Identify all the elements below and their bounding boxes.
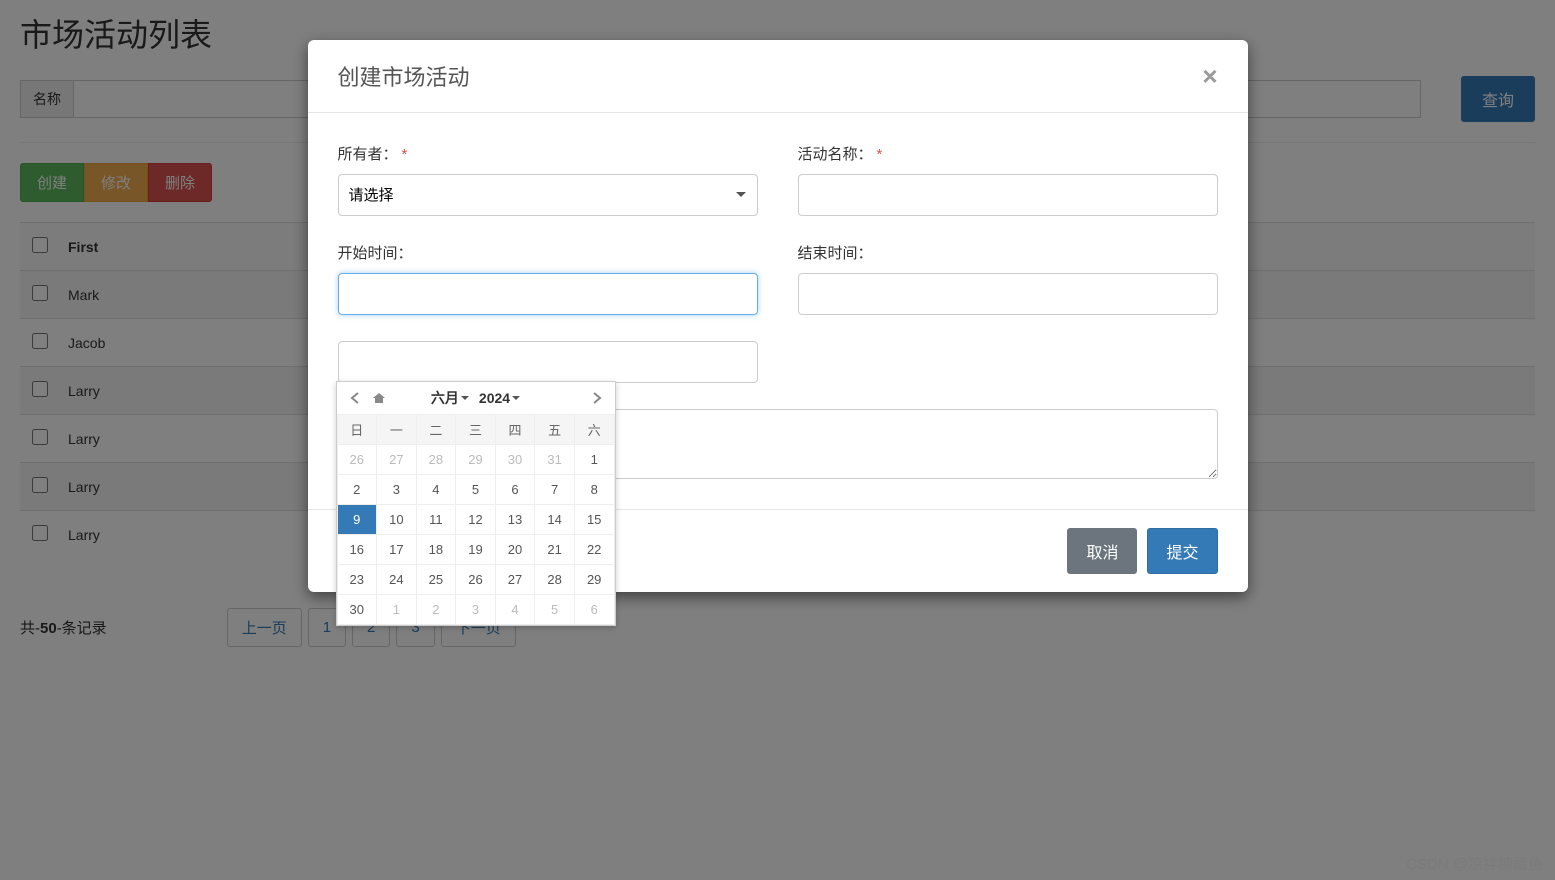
calendar-day[interactable]: 8 — [574, 475, 614, 505]
weekday-header: 日 — [337, 415, 377, 445]
calendar-day[interactable]: 5 — [456, 475, 496, 505]
activity-name-input[interactable] — [798, 174, 1218, 216]
modal-title: 创建市场活动 — [338, 60, 470, 92]
calendar-day[interactable]: 9 — [337, 505, 377, 535]
calendar-day[interactable]: 29 — [574, 565, 614, 595]
calendar-day[interactable]: 3 — [456, 595, 496, 625]
watermark: CSDN @凉拌糖醋鱼 — [1406, 853, 1543, 874]
activity-name-label: 活动名称：* — [798, 143, 1218, 164]
calendar-day[interactable]: 18 — [416, 535, 456, 565]
weekday-header: 五 — [535, 415, 575, 445]
weekday-header: 二 — [416, 415, 456, 445]
calendar-day[interactable]: 19 — [456, 535, 496, 565]
calendar-day[interactable]: 30 — [337, 595, 377, 625]
calendar-day[interactable]: 26 — [337, 445, 377, 475]
cancel-button[interactable]: 取消 — [1067, 528, 1137, 574]
weekday-header: 一 — [377, 415, 417, 445]
calendar-day[interactable]: 29 — [456, 445, 496, 475]
close-icon[interactable]: × — [1202, 63, 1217, 89]
calendar-day[interactable]: 1 — [377, 595, 417, 625]
weekday-header: 四 — [495, 415, 535, 445]
start-time-input[interactable] — [338, 273, 758, 315]
calendar-day[interactable]: 30 — [495, 445, 535, 475]
calendar-day[interactable]: 27 — [495, 565, 535, 595]
extra-input-1[interactable] — [338, 341, 758, 383]
calendar-day[interactable]: 28 — [416, 445, 456, 475]
calendar-day[interactable]: 5 — [535, 595, 575, 625]
prev-month-icon[interactable] — [345, 388, 365, 408]
calendar-day[interactable]: 17 — [377, 535, 417, 565]
calendar-day[interactable]: 24 — [377, 565, 417, 595]
next-month-icon[interactable] — [587, 388, 607, 408]
calendar-day[interactable]: 26 — [456, 565, 496, 595]
end-time-input[interactable] — [798, 273, 1218, 315]
calendar-day[interactable]: 25 — [416, 565, 456, 595]
start-time-label: 开始时间： — [338, 242, 758, 263]
calendar-day[interactable]: 6 — [495, 475, 535, 505]
calendar-day[interactable]: 4 — [495, 595, 535, 625]
weekday-header: 六 — [574, 415, 614, 445]
calendar-day[interactable]: 14 — [535, 505, 575, 535]
today-icon[interactable] — [369, 388, 389, 408]
create-activity-modal: 创建市场活动 × 所有者：* 请选择 活动名称：* 开始时间： — [308, 40, 1248, 592]
calendar-day[interactable]: 20 — [495, 535, 535, 565]
calendar-day[interactable]: 4 — [416, 475, 456, 505]
calendar-day[interactable]: 15 — [574, 505, 614, 535]
datepicker-year[interactable]: 2024 — [479, 388, 520, 408]
calendar-day[interactable]: 27 — [377, 445, 417, 475]
datepicker: 六月 2024 日一二三四五六 262728293031123456789101… — [336, 381, 616, 626]
calendar-day[interactable]: 16 — [337, 535, 377, 565]
datepicker-month[interactable]: 六月 — [431, 388, 469, 408]
calendar-day[interactable]: 7 — [535, 475, 575, 505]
calendar-day[interactable]: 13 — [495, 505, 535, 535]
calendar-day[interactable]: 2 — [416, 595, 456, 625]
calendar-day[interactable]: 23 — [337, 565, 377, 595]
calendar-day[interactable]: 6 — [574, 595, 614, 625]
submit-button[interactable]: 提交 — [1147, 528, 1217, 574]
calendar-day[interactable]: 1 — [574, 445, 614, 475]
calendar-day[interactable]: 2 — [337, 475, 377, 505]
calendar-day[interactable]: 28 — [535, 565, 575, 595]
owner-select[interactable]: 请选择 — [338, 174, 758, 216]
calendar-day[interactable]: 21 — [535, 535, 575, 565]
calendar-day[interactable]: 10 — [377, 505, 417, 535]
weekday-header: 三 — [456, 415, 496, 445]
calendar-day[interactable]: 11 — [416, 505, 456, 535]
owner-label: 所有者：* — [338, 143, 758, 164]
calendar-day[interactable]: 31 — [535, 445, 575, 475]
end-time-label: 结束时间： — [798, 242, 1218, 263]
calendar-day[interactable]: 22 — [574, 535, 614, 565]
calendar-day[interactable]: 3 — [377, 475, 417, 505]
calendar-day[interactable]: 12 — [456, 505, 496, 535]
